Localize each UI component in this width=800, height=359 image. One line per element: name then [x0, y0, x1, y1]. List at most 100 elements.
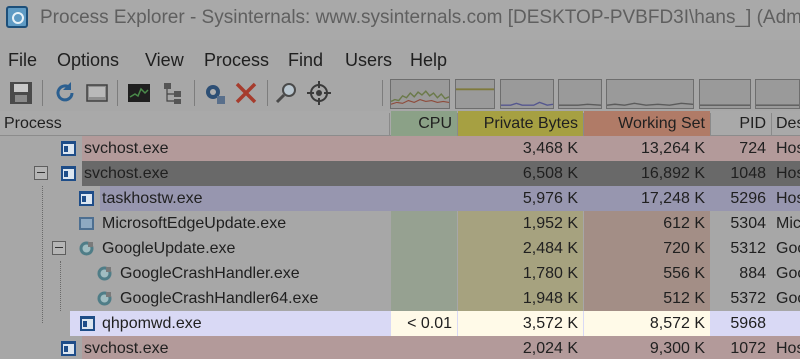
io-graph[interactable]: [500, 79, 554, 109]
process-name: GoogleCrashHandler.exe: [120, 265, 300, 282]
table-row[interactable]: svchost.exe 6,508 K 16,892 K 1048 Hos: [0, 161, 800, 186]
menu-options[interactable]: Options: [57, 50, 119, 71]
working-set-value: 16,892 K: [640, 165, 705, 182]
cpu-graph-icon: [128, 84, 150, 102]
process-tree-icon: [164, 83, 181, 104]
pid-value: 724: [739, 140, 766, 157]
process-window-icon: [60, 140, 77, 157]
table-row[interactable]: svchost.exe 2,024 K 9,300 K 1072 Hos: [0, 336, 800, 359]
table-row[interactable]: GoogleUpdate.exe 2,484 K 720 K 5312 Goo: [0, 236, 800, 261]
private-bytes-value: 2,024 K: [522, 340, 578, 357]
process-name: qhpomwd.exe: [102, 315, 202, 332]
private-bytes-value: 6,508 K: [522, 165, 578, 182]
description-value: Hos: [776, 340, 800, 357]
description-value: Goo: [776, 265, 800, 282]
column-process[interactable]: Process: [0, 111, 390, 136]
column-private-bytes[interactable]: Private Bytes: [458, 111, 583, 136]
pid-value: 5304: [730, 215, 766, 232]
column-description[interactable]: Des: [772, 111, 800, 136]
google-update-icon: [78, 240, 95, 257]
menu-find[interactable]: Find: [288, 50, 323, 71]
cpu-usage-graph[interactable]: [390, 79, 450, 109]
gpu-graph[interactable]: [699, 79, 751, 109]
process-name: GoogleUpdate.exe: [102, 240, 236, 257]
column-pid[interactable]: PID: [711, 111, 771, 136]
network-graph[interactable]: [558, 79, 602, 109]
pid-value: 5296: [730, 190, 766, 207]
table-row-selected[interactable]: qhpomwd.exe < 0.01 3,572 K 8,572 K 5968: [0, 311, 800, 336]
table-row[interactable]: svchost.exe 3,468 K 13,264 K 724 Hos: [0, 136, 800, 161]
target-button[interactable]: [304, 78, 334, 108]
process-explorer-window: Process Explorer - Sysinternals: www.sys…: [0, 0, 800, 359]
extra-graph[interactable]: [755, 79, 800, 109]
title-bar: Process Explorer - Sysinternals: www.sys…: [0, 0, 800, 40]
column-cpu[interactable]: CPU: [391, 111, 457, 136]
refresh-icon: [56, 82, 74, 102]
menu-process[interactable]: Process: [204, 50, 269, 71]
google-update-icon: [96, 290, 113, 307]
private-bytes-value: 3,572 K: [458, 311, 583, 336]
table-row[interactable]: MicrosoftEdgeUpdate.exe 1,952 K 612 K 5304 M…: [0, 211, 800, 236]
process-tree-button[interactable]: [158, 78, 188, 108]
window-title: Process Explorer - Sysinternals: www.sys…: [40, 7, 800, 28]
table-row[interactable]: GoogleCrashHandler.exe 1,780 K 556 K 884 Goo: [0, 261, 800, 286]
cpu-value: [391, 161, 457, 186]
find-icon: [275, 83, 296, 104]
cpu-value: < 0.01: [391, 311, 457, 336]
process-table: Process CPU Private Bytes Working Set PI…: [0, 111, 800, 359]
kill-process-icon: [235, 82, 257, 104]
menu-view[interactable]: View: [145, 50, 184, 71]
description-value: Micr: [776, 215, 800, 232]
cpu-value: [391, 136, 457, 161]
column-working-set[interactable]: Working Set: [584, 111, 710, 136]
collapse-button[interactable]: [52, 241, 66, 255]
process-window-icon: [60, 165, 77, 182]
working-set-value: 556 K: [663, 265, 705, 282]
edge-update-icon: [78, 215, 95, 232]
table-row[interactable]: taskhostw.exe 5,976 K 17,248 K 5296 Hos: [0, 186, 800, 211]
cpu-value: [391, 211, 457, 236]
cpu-value: [391, 286, 457, 311]
working-set-value: 13,264 K: [640, 140, 705, 157]
table-header: Process CPU Private Bytes Working Set PI…: [0, 111, 800, 136]
menu-help[interactable]: Help: [410, 50, 447, 71]
collapse-button[interactable]: [34, 166, 48, 180]
properties-gear-icon: [206, 85, 225, 104]
save-button[interactable]: [6, 78, 36, 108]
find-button[interactable]: [272, 78, 302, 108]
private-bytes-value: 2,484 K: [522, 240, 578, 257]
menu-file[interactable]: File: [8, 50, 37, 71]
description-value: Goo: [776, 240, 800, 257]
refresh-button[interactable]: [50, 78, 80, 108]
kill-process-button[interactable]: [231, 78, 261, 108]
pid-value: 5372: [730, 290, 766, 307]
process-explorer-icon: [6, 6, 28, 28]
private-bytes-value: 3,468 K: [522, 140, 578, 157]
properties-button[interactable]: [199, 78, 229, 108]
process-name: taskhostw.exe: [102, 190, 203, 207]
cpu-graph-button[interactable]: [124, 78, 154, 108]
description-value: Hos: [776, 190, 800, 207]
working-set-value: 17,248 K: [640, 190, 705, 207]
description-value: Hos: [776, 140, 800, 157]
system-info-window-icon: [86, 84, 108, 102]
process-name: svchost.exe: [84, 140, 169, 157]
disk-graph[interactable]: [606, 79, 694, 109]
working-set-value: 8,572 K: [584, 311, 710, 336]
description-value: Hos: [776, 165, 800, 182]
private-bytes-value: 1,948 K: [522, 290, 578, 307]
target-crosshair-icon: [307, 81, 331, 105]
pid-value: 5312: [730, 240, 766, 257]
private-bytes-value: 1,780 K: [522, 265, 578, 282]
process-name: MicrosoftEdgeUpdate.exe: [102, 215, 287, 232]
cpu-value: [391, 236, 457, 261]
menu-users[interactable]: Users: [345, 50, 392, 71]
working-set-value: 512 K: [663, 290, 705, 307]
commit-graph[interactable]: [455, 79, 495, 109]
table-row[interactable]: GoogleCrashHandler64.exe 1,948 K 512 K 5372…: [0, 286, 800, 311]
process-window-icon: [78, 190, 95, 207]
system-info-button[interactable]: [82, 78, 112, 108]
pid-value: 884: [739, 265, 766, 282]
description-value: Goo: [776, 290, 800, 307]
working-set-value: 9,300 K: [649, 340, 705, 357]
